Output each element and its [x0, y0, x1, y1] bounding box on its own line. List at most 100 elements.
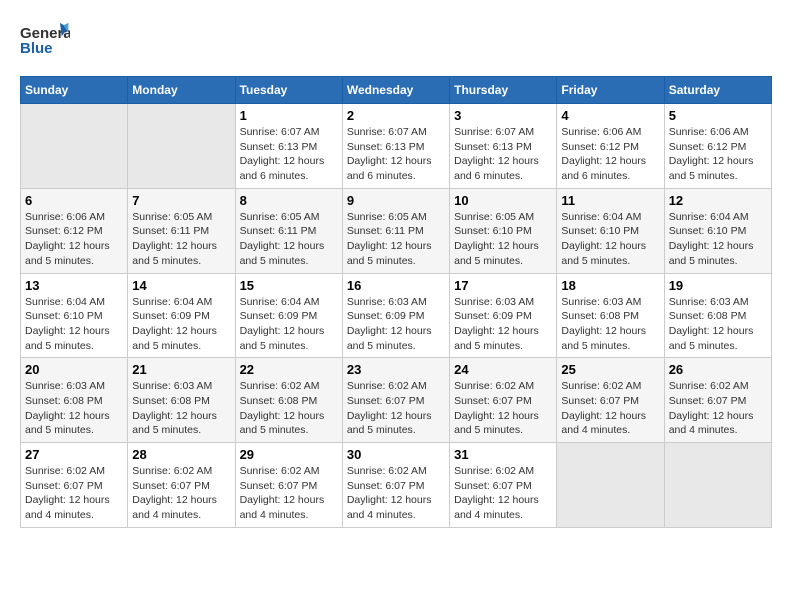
day-info: Sunrise: 6:07 AM Sunset: 6:13 PM Dayligh…	[240, 125, 338, 184]
day-info: Sunrise: 6:04 AM Sunset: 6:10 PM Dayligh…	[25, 295, 123, 354]
page-header: GeneralBlue	[20, 20, 772, 60]
calendar-week-row: 20Sunrise: 6:03 AM Sunset: 6:08 PM Dayli…	[21, 358, 772, 443]
calendar-header-tuesday: Tuesday	[235, 77, 342, 104]
calendar-cell: 14 Sunrise: 6:04 AM Sunset: 6:09 PM Dayli…	[128, 273, 235, 358]
day-number: 7	[132, 193, 230, 208]
day-info: Sunrise: 6:04 AM Sunset: 6:10 PM Dayligh…	[669, 210, 767, 269]
day-info: Sunrise: 6:06 AM Sunset: 6:12 PM Dayligh…	[561, 125, 659, 184]
day-info: Sunrise: 6:04 AM Sunset: 6:09 PM Dayligh…	[240, 295, 338, 354]
calendar-table: SundayMondayTuesdayWednesdayThursdayFrid…	[20, 76, 772, 528]
calendar-week-row: 27 Sunrise: 6:02 AM Sunset: 6:07 PM Dayli…	[21, 443, 772, 528]
calendar-cell: 9Sunrise: 6:05 AM Sunset: 6:11 PM Daylig…	[342, 188, 449, 273]
calendar-cell: 3Sunrise: 6:07 AM Sunset: 6:13 PM Daylig…	[450, 104, 557, 189]
calendar-cell: 28 Sunrise: 6:02 AM Sunset: 6:07 PM Dayli…	[128, 443, 235, 528]
day-info: Sunrise: 6:06 AM Sunset: 6:12 PM Dayligh…	[669, 125, 767, 184]
day-number: 21	[132, 362, 230, 377]
day-info: Sunrise: 6:05 AM Sunset: 6:10 PM Dayligh…	[454, 210, 552, 269]
day-info: Sunrise: 6:02 AM Sunset: 6:07 PM Dayligh…	[454, 379, 552, 438]
calendar-cell: 2Sunrise: 6:07 AM Sunset: 6:13 PM Daylig…	[342, 104, 449, 189]
day-number: 13	[25, 278, 123, 293]
calendar-cell: 22 Sunrise: 6:02 AM Sunset: 6:08 PM Dayli…	[235, 358, 342, 443]
calendar-cell: 13 Sunrise: 6:04 AM Sunset: 6:10 PM Dayli…	[21, 273, 128, 358]
day-info: Sunrise: 6:02 AM Sunset: 6:08 PM Dayligh…	[240, 379, 338, 438]
day-number: 28	[132, 447, 230, 462]
day-info: Sunrise: 6:02 AM Sunset: 6:07 PM Dayligh…	[347, 464, 445, 523]
day-number: 6	[25, 193, 123, 208]
day-number: 30	[347, 447, 445, 462]
calendar-cell: 8Sunrise: 6:05 AM Sunset: 6:11 PM Daylig…	[235, 188, 342, 273]
calendar-cell: 17 Sunrise: 6:03 AM Sunset: 6:09 PM Dayli…	[450, 273, 557, 358]
day-number: 8	[240, 193, 338, 208]
calendar-week-row: 6Sunrise: 6:06 AM Sunset: 6:12 PM Daylig…	[21, 188, 772, 273]
day-number: 17	[454, 278, 552, 293]
calendar-cell	[664, 443, 771, 528]
day-info: Sunrise: 6:04 AM Sunset: 6:09 PM Dayligh…	[132, 295, 230, 354]
calendar-cell: 16 Sunrise: 6:03 AM Sunset: 6:09 PM Dayli…	[342, 273, 449, 358]
calendar-header-sunday: Sunday	[21, 77, 128, 104]
day-number: 1	[240, 108, 338, 123]
day-info: Sunrise: 6:02 AM Sunset: 6:07 PM Dayligh…	[454, 464, 552, 523]
calendar-header-saturday: Saturday	[664, 77, 771, 104]
calendar-cell: 12 Sunrise: 6:04 AM Sunset: 6:10 PM Dayli…	[664, 188, 771, 273]
day-number: 22	[240, 362, 338, 377]
day-number: 15	[240, 278, 338, 293]
day-info: Sunrise: 6:05 AM Sunset: 6:11 PM Dayligh…	[132, 210, 230, 269]
calendar-cell: 31 Sunrise: 6:02 AM Sunset: 6:07 PM Dayli…	[450, 443, 557, 528]
day-number: 14	[132, 278, 230, 293]
day-number: 5	[669, 108, 767, 123]
day-info: Sunrise: 6:02 AM Sunset: 6:07 PM Dayligh…	[240, 464, 338, 523]
calendar-header-monday: Monday	[128, 77, 235, 104]
day-number: 9	[347, 193, 445, 208]
calendar-cell: 18 Sunrise: 6:03 AM Sunset: 6:08 PM Dayli…	[557, 273, 664, 358]
calendar-cell: 4 Sunrise: 6:06 AM Sunset: 6:12 PM Daylig…	[557, 104, 664, 189]
day-info: Sunrise: 6:03 AM Sunset: 6:08 PM Dayligh…	[669, 295, 767, 354]
calendar-cell: 20Sunrise: 6:03 AM Sunset: 6:08 PM Dayli…	[21, 358, 128, 443]
day-number: 29	[240, 447, 338, 462]
calendar-cell: 21 Sunrise: 6:03 AM Sunset: 6:08 PM Dayli…	[128, 358, 235, 443]
calendar-cell: 25Sunrise: 6:02 AM Sunset: 6:07 PM Dayli…	[557, 358, 664, 443]
day-info: Sunrise: 6:03 AM Sunset: 6:08 PM Dayligh…	[25, 379, 123, 438]
calendar-cell: 11Sunrise: 6:04 AM Sunset: 6:10 PM Dayli…	[557, 188, 664, 273]
day-number: 25	[561, 362, 659, 377]
calendar-cell: 10 Sunrise: 6:05 AM Sunset: 6:10 PM Dayli…	[450, 188, 557, 273]
day-number: 19	[669, 278, 767, 293]
calendar-cell: 6Sunrise: 6:06 AM Sunset: 6:12 PM Daylig…	[21, 188, 128, 273]
logo: GeneralBlue	[20, 20, 70, 60]
calendar-cell	[557, 443, 664, 528]
calendar-cell	[21, 104, 128, 189]
day-number: 12	[669, 193, 767, 208]
day-number: 26	[669, 362, 767, 377]
calendar-week-row: 1 Sunrise: 6:07 AM Sunset: 6:13 PM Daylig…	[21, 104, 772, 189]
day-number: 31	[454, 447, 552, 462]
day-info: Sunrise: 6:03 AM Sunset: 6:08 PM Dayligh…	[132, 379, 230, 438]
calendar-cell: 26 Sunrise: 6:02 AM Sunset: 6:07 PM Dayli…	[664, 358, 771, 443]
calendar-cell: 27 Sunrise: 6:02 AM Sunset: 6:07 PM Dayli…	[21, 443, 128, 528]
calendar-cell: 15 Sunrise: 6:04 AM Sunset: 6:09 PM Dayli…	[235, 273, 342, 358]
calendar-header-thursday: Thursday	[450, 77, 557, 104]
day-info: Sunrise: 6:03 AM Sunset: 6:09 PM Dayligh…	[347, 295, 445, 354]
day-number: 24	[454, 362, 552, 377]
calendar-cell: 7 Sunrise: 6:05 AM Sunset: 6:11 PM Daylig…	[128, 188, 235, 273]
calendar-header-wednesday: Wednesday	[342, 77, 449, 104]
svg-text:Blue: Blue	[20, 40, 53, 57]
day-info: Sunrise: 6:07 AM Sunset: 6:13 PM Dayligh…	[454, 125, 552, 184]
calendar-cell: 1 Sunrise: 6:07 AM Sunset: 6:13 PM Daylig…	[235, 104, 342, 189]
day-info: Sunrise: 6:03 AM Sunset: 6:08 PM Dayligh…	[561, 295, 659, 354]
day-number: 16	[347, 278, 445, 293]
day-info: Sunrise: 6:02 AM Sunset: 6:07 PM Dayligh…	[669, 379, 767, 438]
day-number: 23	[347, 362, 445, 377]
day-info: Sunrise: 6:02 AM Sunset: 6:07 PM Dayligh…	[132, 464, 230, 523]
day-info: Sunrise: 6:03 AM Sunset: 6:09 PM Dayligh…	[454, 295, 552, 354]
day-number: 4	[561, 108, 659, 123]
calendar-cell	[128, 104, 235, 189]
calendar-cell: 23 Sunrise: 6:02 AM Sunset: 6:07 PM Dayli…	[342, 358, 449, 443]
calendar-cell: 19 Sunrise: 6:03 AM Sunset: 6:08 PM Dayli…	[664, 273, 771, 358]
calendar-week-row: 13 Sunrise: 6:04 AM Sunset: 6:10 PM Dayli…	[21, 273, 772, 358]
day-info: Sunrise: 6:02 AM Sunset: 6:07 PM Dayligh…	[25, 464, 123, 523]
calendar-header-friday: Friday	[557, 77, 664, 104]
day-number: 27	[25, 447, 123, 462]
day-number: 10	[454, 193, 552, 208]
day-info: Sunrise: 6:02 AM Sunset: 6:07 PM Dayligh…	[347, 379, 445, 438]
day-number: 18	[561, 278, 659, 293]
calendar-header-row: SundayMondayTuesdayWednesdayThursdayFrid…	[21, 77, 772, 104]
